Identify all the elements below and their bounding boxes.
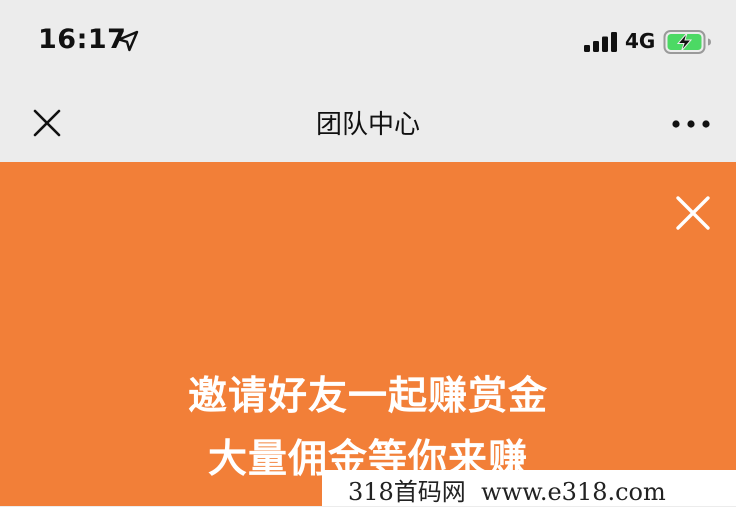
page-title: 团队中心	[315, 110, 420, 140]
signal-bars-icon	[584, 32, 617, 52]
nav-bar: 团队中心	[0, 84, 736, 162]
battery-charging-icon	[663, 30, 711, 54]
more-dots-icon[interactable]	[668, 106, 714, 142]
status-bar: 16:17 4G	[0, 0, 736, 84]
watermark-text: 318首码网 www.e318.com	[348, 478, 666, 506]
network-type-label: 4G	[625, 29, 656, 53]
close-icon[interactable]	[672, 192, 714, 234]
invite-banner: 邀请好友一起赚赏金 大量佣金等你来赚	[0, 162, 736, 506]
location-arrow-icon	[117, 30, 139, 52]
watermark: 318首码网 www.e318.com	[322, 470, 736, 506]
status-time: 16:17	[38, 24, 127, 55]
banner-headline: 邀请好友一起赚赏金	[187, 374, 548, 419]
